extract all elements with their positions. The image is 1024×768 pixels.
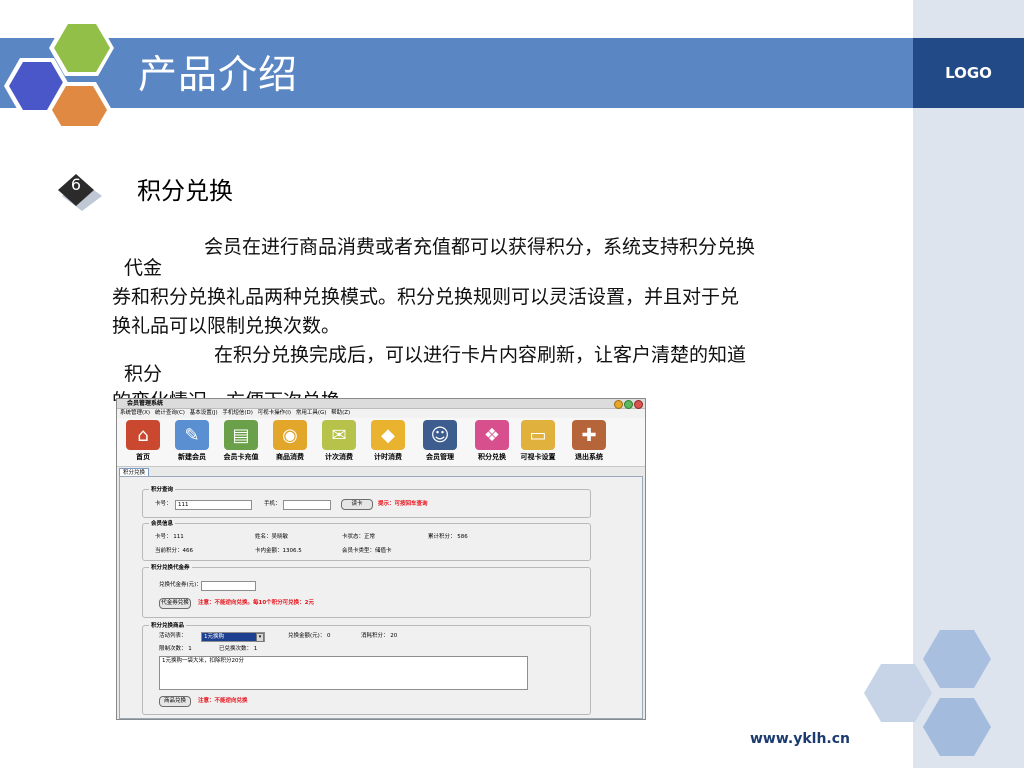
toolbar-button-exit[interactable]: ✚ 退出系统 xyxy=(566,420,612,464)
goods-exchange-button[interactable]: 商品兑换 xyxy=(159,696,191,707)
window-menu-bar: 系统管理(X) 统计查询(C) 基本设置(J) 手机短信(D) 可视卡操作(I)… xyxy=(117,409,645,418)
toolbar-button-member-manage[interactable]: ☺ 会员管理 xyxy=(417,420,463,464)
limit-times: 限制次数： 1 xyxy=(159,646,192,652)
card-number-input[interactable]: 111 xyxy=(175,500,252,510)
menu-item[interactable]: 系统管理(X) xyxy=(120,410,150,416)
footer-url[interactable]: www.yklh.cn xyxy=(750,731,850,747)
phone-label: 手机： xyxy=(264,501,281,507)
member-system-window: 会员管理系统 系统管理(X) 统计查询(C) 基本设置(J) 手机短信(D) 可… xyxy=(116,398,646,720)
toolbar-button-timed-consume[interactable]: ◆ 计时消费 xyxy=(365,420,411,464)
header-band xyxy=(0,38,913,108)
member-manage-icon: ☺ xyxy=(423,420,457,450)
menu-item[interactable]: 帮助(Z) xyxy=(331,410,350,416)
menu-item[interactable]: 手机短信(D) xyxy=(222,410,253,416)
tab-strip: 积分兑换 xyxy=(117,467,645,477)
page-title: 产品介绍 xyxy=(138,53,299,98)
paragraph-2-line-1: 在积分兑换完成后，可以进行卡片内容刷新，让客户清楚的知道 xyxy=(214,344,747,366)
logo-box: LOGO xyxy=(913,38,1024,108)
points-exchange-icon: ❖ xyxy=(475,420,509,450)
window-title: 会员管理系统 xyxy=(127,400,164,407)
voucher-amount-input[interactable] xyxy=(201,581,256,591)
paragraph-1-line-3: 换礼品可以限制兑换次数。 xyxy=(112,315,341,337)
count-consume-icon: ✉ xyxy=(322,420,356,450)
close-icon[interactable] xyxy=(634,400,643,409)
info-total-points: 累计积分： 586 xyxy=(428,534,468,540)
chevron-down-icon[interactable]: ▾ xyxy=(256,633,264,642)
paragraph-1-line-1: 会员在进行商品消费或者充值都可以获得积分，系统支持积分兑换 xyxy=(204,236,756,258)
timed-consume-icon: ◆ xyxy=(371,420,405,450)
toolbar-button-recharge[interactable]: ▤ 会员卡充值 xyxy=(218,420,264,464)
logo-text: LOGO xyxy=(945,64,992,82)
hexagon-logo-icon xyxy=(4,20,114,126)
exchange-amount: 兑换金额(元)： 0 xyxy=(288,633,331,639)
read-card-button[interactable]: 读卡 xyxy=(341,499,373,510)
used-times: 已兑换次数： 1 xyxy=(219,646,258,652)
info-balance: 卡内金额：1306.5 xyxy=(255,548,302,554)
points-query-group: 积分查询 卡号： 111 手机： 读卡 提示：可按回车查询 xyxy=(142,485,591,518)
home-icon: ⌂ xyxy=(126,420,160,450)
info-card-type: 会员卡类型：储值卡 xyxy=(342,548,392,554)
goods-exchange-group: 积分兑换商品 活动列表： 1元换购 ▾ 兑换金额(元)： 0 消耗积分： 20 … xyxy=(142,621,591,715)
toolbar-button-count-consume[interactable]: ✉ 计次消费 xyxy=(316,420,362,464)
visible-card-icon: ▭ xyxy=(521,420,555,450)
section-title: 积分兑换 xyxy=(137,177,233,205)
recharge-icon: ▤ xyxy=(224,420,258,450)
paragraph-1-line-1-sub: 代金 xyxy=(124,257,163,279)
query-hint: 提示：可按回车查询 xyxy=(378,501,428,507)
info-card: 卡号： 111 xyxy=(155,534,184,540)
paragraph-1-line-2: 券和积分兑换礼品两种兑换模式。积分兑换规则可以灵活设置，并且对于兑 xyxy=(112,286,740,308)
goods-consume-icon: ◉ xyxy=(273,420,307,450)
maximize-icon[interactable] xyxy=(624,400,633,409)
goods-note: 注意：不能逆向兑换 xyxy=(198,698,248,704)
menu-item[interactable]: 常用工具(G) xyxy=(296,410,327,416)
menu-item[interactable]: 可视卡操作(I) xyxy=(258,410,291,416)
consume-points: 消耗积分： 20 xyxy=(361,633,398,639)
toolbar-label: 退出系统 xyxy=(575,453,603,461)
window-toolbar: ⌂ 首页 ✎ 新建会员 ▤ 会员卡充值 ◉ 商品消费 ✉ 计次消费 ◆ 计时消费 ☺ 会员管理 ❖ 积分兑换 ▭… xyxy=(117,418,645,467)
decorative-hexagons xyxy=(864,630,991,756)
voucher-amount-label: 兑换代金券(元)： xyxy=(159,582,202,588)
toolbar-label: 会员卡充值 xyxy=(223,453,259,461)
toolbar-label: 会员管理 xyxy=(426,453,454,461)
group-title: 积分兑换商品 xyxy=(149,621,187,629)
section-number: 6 xyxy=(70,175,82,194)
exit-icon: ✚ xyxy=(572,420,606,450)
toolbar-button-home[interactable]: ⌂ 首页 xyxy=(120,420,166,464)
window-titlebar: 会员管理系统 xyxy=(117,399,645,409)
toolbar-label: 计时消费 xyxy=(374,453,402,461)
phone-input[interactable] xyxy=(283,500,331,510)
activity-description-box[interactable]: 1元换购一袋大米，扣除积分20分 xyxy=(159,656,528,690)
voucher-exchange-button[interactable]: 代金券兑换 xyxy=(159,598,191,609)
activity-label: 活动列表： xyxy=(159,633,187,639)
menu-item[interactable]: 统计查询(C) xyxy=(155,410,185,416)
member-info-group: 会员信息 卡号： 111 姓名：吴晓敏 卡状态：正常 累计积分： 586 当前积… xyxy=(142,519,591,561)
toolbar-button-visible-card[interactable]: ▭ 可视卡设置 xyxy=(515,420,561,464)
toolbar-label: 计次消费 xyxy=(325,453,353,461)
info-status: 卡状态：正常 xyxy=(342,534,376,540)
menu-item[interactable]: 基本设置(J) xyxy=(190,410,218,416)
group-title: 积分查询 xyxy=(149,485,176,493)
toolbar-button-new-member[interactable]: ✎ 新建会员 xyxy=(169,420,215,464)
points-exchange-panel: 积分查询 卡号： 111 手机： 读卡 提示：可按回车查询 会员信息 卡号： 1… xyxy=(119,476,643,719)
group-title: 会员信息 xyxy=(149,519,176,527)
info-current-points: 当前积分：466 xyxy=(155,548,193,554)
toolbar-label: 可视卡设置 xyxy=(520,453,556,461)
minimize-icon[interactable] xyxy=(614,400,623,409)
toolbar-button-goods-consume[interactable]: ◉ 商品消费 xyxy=(267,420,313,464)
toolbar-label: 首页 xyxy=(136,453,150,461)
group-title: 积分兑换代金券 xyxy=(149,563,192,571)
toolbar-label: 商品消费 xyxy=(276,453,304,461)
voucher-note: 注意：不能逆向兑换。每10个积分可兑换：2元 xyxy=(198,600,314,606)
info-name: 姓名：吴晓敏 xyxy=(255,534,289,540)
toolbar-button-points-exchange[interactable]: ❖ 积分兑换 xyxy=(469,420,515,464)
toolbar-label: 积分兑换 xyxy=(478,453,506,461)
toolbar-label: 新建会员 xyxy=(178,453,206,461)
card-label: 卡号： xyxy=(155,501,172,507)
new-member-icon: ✎ xyxy=(175,420,209,450)
voucher-exchange-group: 积分兑换代金券 兑换代金券(元)： 代金券兑换 注意：不能逆向兑换。每10个积分… xyxy=(142,563,591,618)
